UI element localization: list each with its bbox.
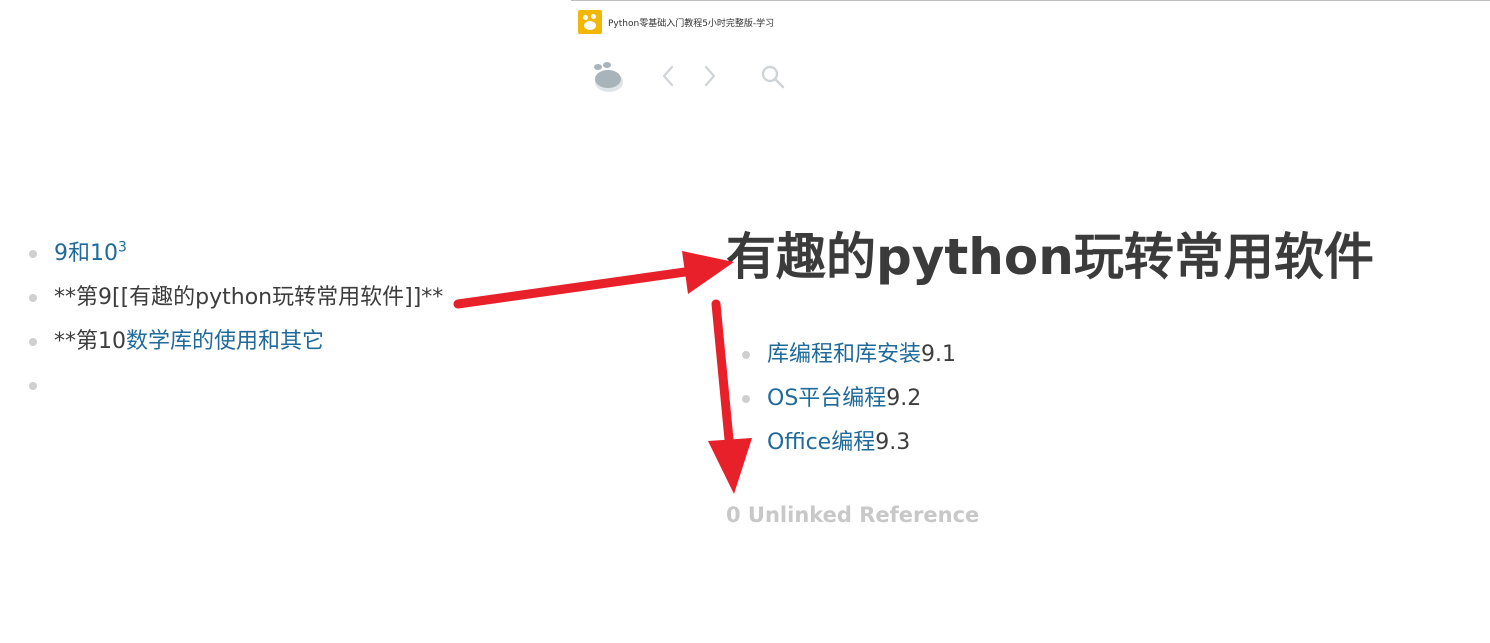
window-title: Python零基础入门教程5小时完整版-学习 xyxy=(608,18,775,29)
page-link[interactable]: 数学库的使用和其它 xyxy=(126,329,324,354)
page-link[interactable]: 库编程和库安装 xyxy=(767,342,921,367)
block-text: **第10 xyxy=(54,329,126,354)
list-item[interactable]: 库编程和库安装9.1 xyxy=(741,333,956,377)
search-icon[interactable] xyxy=(760,64,786,90)
unlinked-references-toggle[interactable]: 0 Unlinked Reference xyxy=(726,503,979,527)
list-item[interactable]: Office编程9.3 xyxy=(741,421,956,465)
page-link[interactable]: OS平台编程 xyxy=(767,386,886,411)
page-link[interactable]: Office编程 xyxy=(767,430,875,455)
list-item[interactable]: **第9[[有趣的python玩转常用软件]]** xyxy=(28,276,443,320)
left-block-list: 9和103 **第9[[有趣的python玩转常用软件]]** **第10数学库… xyxy=(28,232,443,408)
bullet-dot[interactable] xyxy=(742,395,750,403)
bullet-dot[interactable] xyxy=(29,294,37,302)
list-item[interactable]: OS平台编程9.2 xyxy=(741,377,956,421)
block-text: 9.2 xyxy=(886,386,922,411)
annotation-arrow-right xyxy=(453,251,734,309)
bullet-dot[interactable] xyxy=(29,338,37,346)
block-text: 9.1 xyxy=(921,342,957,367)
chevron-right-icon[interactable] xyxy=(702,64,718,88)
list-item[interactable]: 9和103 xyxy=(28,232,443,276)
bullet-dot[interactable] xyxy=(29,250,37,258)
block-text: 9.3 xyxy=(875,430,911,455)
block-text: **第9[[有趣的python玩转常用软件]]** xyxy=(54,285,444,310)
paw-app-icon xyxy=(578,10,602,34)
list-item-empty[interactable] xyxy=(28,364,443,408)
bullet-dot[interactable] xyxy=(742,351,750,359)
bullet-dot[interactable] xyxy=(742,439,750,447)
page-block-list: 库编程和库安装9.1 OS平台编程9.2 Office编程9.3 xyxy=(741,333,956,465)
window-top-border xyxy=(571,0,1490,1)
window-header: Python零基础入门教程5小时完整版-学习 xyxy=(578,10,774,34)
chevron-left-icon[interactable] xyxy=(660,64,676,88)
list-item[interactable]: **第10数学库的使用和其它 xyxy=(28,320,443,364)
paw-logo-icon[interactable] xyxy=(590,58,626,94)
page-link[interactable]: 9和10 xyxy=(54,241,118,266)
page-title[interactable]: 有趣的python玩转常用软件 xyxy=(726,222,1374,292)
footnote-ref[interactable]: 3 xyxy=(118,240,127,256)
bullet-dot[interactable] xyxy=(29,382,37,390)
